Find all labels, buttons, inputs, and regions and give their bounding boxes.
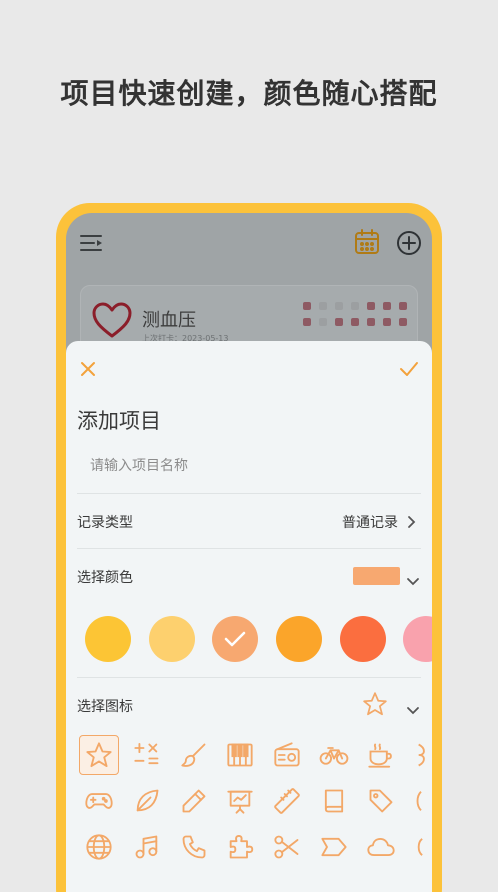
puzzle-icon[interactable] xyxy=(220,827,260,867)
pencil-icon[interactable] xyxy=(174,781,214,821)
phone-icon[interactable] xyxy=(174,827,214,867)
project-name-input[interactable] xyxy=(90,453,400,479)
gamepad-icon[interactable] xyxy=(79,781,119,821)
coffee-icon[interactable] xyxy=(361,735,401,775)
confirm-check-icon[interactable] xyxy=(398,359,420,383)
chevron-down-icon[interactable] xyxy=(406,700,420,719)
scissors-icon[interactable] xyxy=(267,827,307,867)
check-icon xyxy=(224,631,246,647)
color-option[interactable] xyxy=(340,616,386,662)
selected-color-swatch[interactable] xyxy=(353,567,400,585)
close-icon[interactable] xyxy=(78,359,98,383)
piano-icon[interactable] xyxy=(220,735,260,775)
record-type-label: 记录类型 xyxy=(77,515,133,531)
headline: 项目快速创建，颜色随心搭配 xyxy=(60,77,438,110)
icon-label: 选择图标 xyxy=(77,699,133,715)
app-screen: 测血压 上次打卡：2023-05-13 添加项目 请输入项目名称 记录类型 普通… xyxy=(66,213,432,892)
record-type-value[interactable]: 普通记录 xyxy=(342,512,398,532)
star-icon[interactable] xyxy=(79,735,119,775)
color-option[interactable] xyxy=(149,616,195,662)
add-project-sheet: 添加项目 记录类型 普通记录 选择颜色 选择图标 xyxy=(66,341,432,892)
cloud-icon[interactable] xyxy=(361,827,401,867)
leaf-icon[interactable] xyxy=(127,781,167,821)
book-icon[interactable] xyxy=(314,781,354,821)
globe-icon[interactable] xyxy=(79,827,119,867)
ruler-icon[interactable] xyxy=(267,781,307,821)
sheet-title: 添加项目 xyxy=(77,409,161,433)
presentation-icon[interactable] xyxy=(220,781,260,821)
divider xyxy=(77,677,421,678)
color-option[interactable] xyxy=(85,616,131,662)
color-label: 选择颜色 xyxy=(77,570,133,586)
selected-star-icon[interactable] xyxy=(362,691,388,721)
heart-icon xyxy=(91,302,133,344)
chevron-right-icon[interactable] xyxy=(406,514,416,533)
plus-circle-icon[interactable] xyxy=(396,230,422,260)
music-icon[interactable] xyxy=(127,827,167,867)
more-icon[interactable] xyxy=(408,781,432,821)
tag-icon[interactable] xyxy=(361,781,401,821)
label-icon[interactable] xyxy=(314,827,354,867)
calculator-icon[interactable] xyxy=(127,735,167,775)
more-icon[interactable] xyxy=(408,735,432,775)
card-title: 测血压 xyxy=(142,310,196,331)
color-option[interactable] xyxy=(403,616,432,662)
menu-icon[interactable] xyxy=(80,233,104,257)
chevron-down-icon[interactable] xyxy=(406,571,420,590)
brush-icon[interactable] xyxy=(174,735,214,775)
divider xyxy=(77,548,421,549)
color-option[interactable] xyxy=(276,616,322,662)
calendar-icon[interactable] xyxy=(354,229,380,259)
bicycle-icon[interactable] xyxy=(314,735,354,775)
more-icon[interactable] xyxy=(408,827,432,867)
color-option-selected[interactable] xyxy=(212,616,258,662)
divider xyxy=(77,493,421,494)
radio-icon[interactable] xyxy=(267,735,307,775)
